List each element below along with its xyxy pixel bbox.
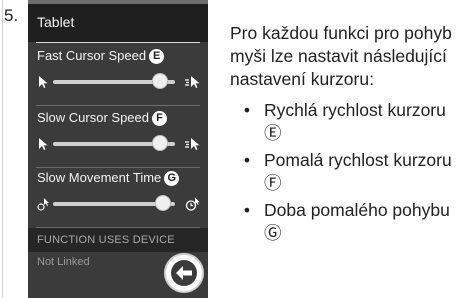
fast-cursor-icon <box>185 76 200 88</box>
panel-title: Tablet <box>37 14 75 30</box>
slow-cursor-icon <box>39 76 48 88</box>
setting-slow-cursor-speed: Slow Cursor Speed F <box>28 106 208 168</box>
slow-cursor-speed-slider[interactable] <box>37 135 201 152</box>
instruction-text: Pro každou funkci pro pohyb myši lze nas… <box>230 22 462 249</box>
header-divider <box>36 42 200 43</box>
bullet: • <box>243 100 251 120</box>
slider-thumb[interactable] <box>152 73 169 89</box>
setting-label: Slow Movement Time G <box>37 170 180 186</box>
list-item-text: Rychlá rychlost kurzoru <box>264 100 446 120</box>
long-time-icon <box>185 197 200 211</box>
short-time-icon <box>37 198 49 211</box>
callout-marker: Ⓔ <box>264 123 282 143</box>
list-item: • Pomalá rychlost kurzoru Ⓕ <box>230 149 462 195</box>
device-link-status: Not Linked <box>37 256 90 268</box>
setting-slow-movement-time: Slow Movement Time G <box>28 166 208 228</box>
list-item-text: Doba pomalého pohybu <box>264 200 450 220</box>
setting-list: • Rychlá rychlost kurzoru Ⓔ • Pomalá rychl… <box>230 99 462 245</box>
step-number: 5. <box>4 6 19 25</box>
setting-label-text: Slow Cursor Speed <box>37 110 149 125</box>
setting-label-text: Slow Movement Time <box>37 170 162 185</box>
setting-label: Fast Cursor Speed E <box>37 48 165 64</box>
panel-header: Tablet <box>28 4 208 43</box>
setting-label: Slow Cursor Speed F <box>37 110 167 126</box>
back-arrow-icon <box>171 260 197 286</box>
left-rule <box>2 0 3 298</box>
bullet: • <box>243 150 251 170</box>
bullet: • <box>243 200 251 220</box>
fast-cursor-speed-slider[interactable] <box>37 73 201 90</box>
tablet-settings-panel: Tablet Fast Cursor Speed E Slow Cursor Sp… <box>28 0 208 298</box>
back-button[interactable] <box>164 253 204 293</box>
slider-thumb[interactable] <box>152 135 169 151</box>
slow-cursor-icon <box>39 138 48 150</box>
slider-thumb[interactable] <box>154 195 171 211</box>
callout-marker: Ⓖ <box>264 223 282 243</box>
setting-label-text: Fast Cursor Speed <box>37 48 147 63</box>
callout-marker: Ⓕ <box>264 173 282 193</box>
callout-badge: G <box>164 171 180 186</box>
list-item: • Doba pomalého pohybu Ⓖ <box>230 199 462 245</box>
function-uses-device-header: FUNCTION USES DEVICE <box>28 228 208 252</box>
slow-movement-time-slider[interactable] <box>37 195 201 212</box>
fast-cursor-icon <box>185 138 200 150</box>
instruction-intro: Pro každou funkci pro pohyb myši lze nas… <box>230 23 452 89</box>
list-item: • Rychlá rychlost kurzoru Ⓔ <box>230 99 462 145</box>
list-item-text: Pomalá rychlost kurzoru <box>264 150 452 170</box>
callout-badge: E <box>149 49 165 64</box>
callout-badge: F <box>152 111 167 126</box>
setting-fast-cursor-speed: Fast Cursor Speed E <box>28 44 208 106</box>
